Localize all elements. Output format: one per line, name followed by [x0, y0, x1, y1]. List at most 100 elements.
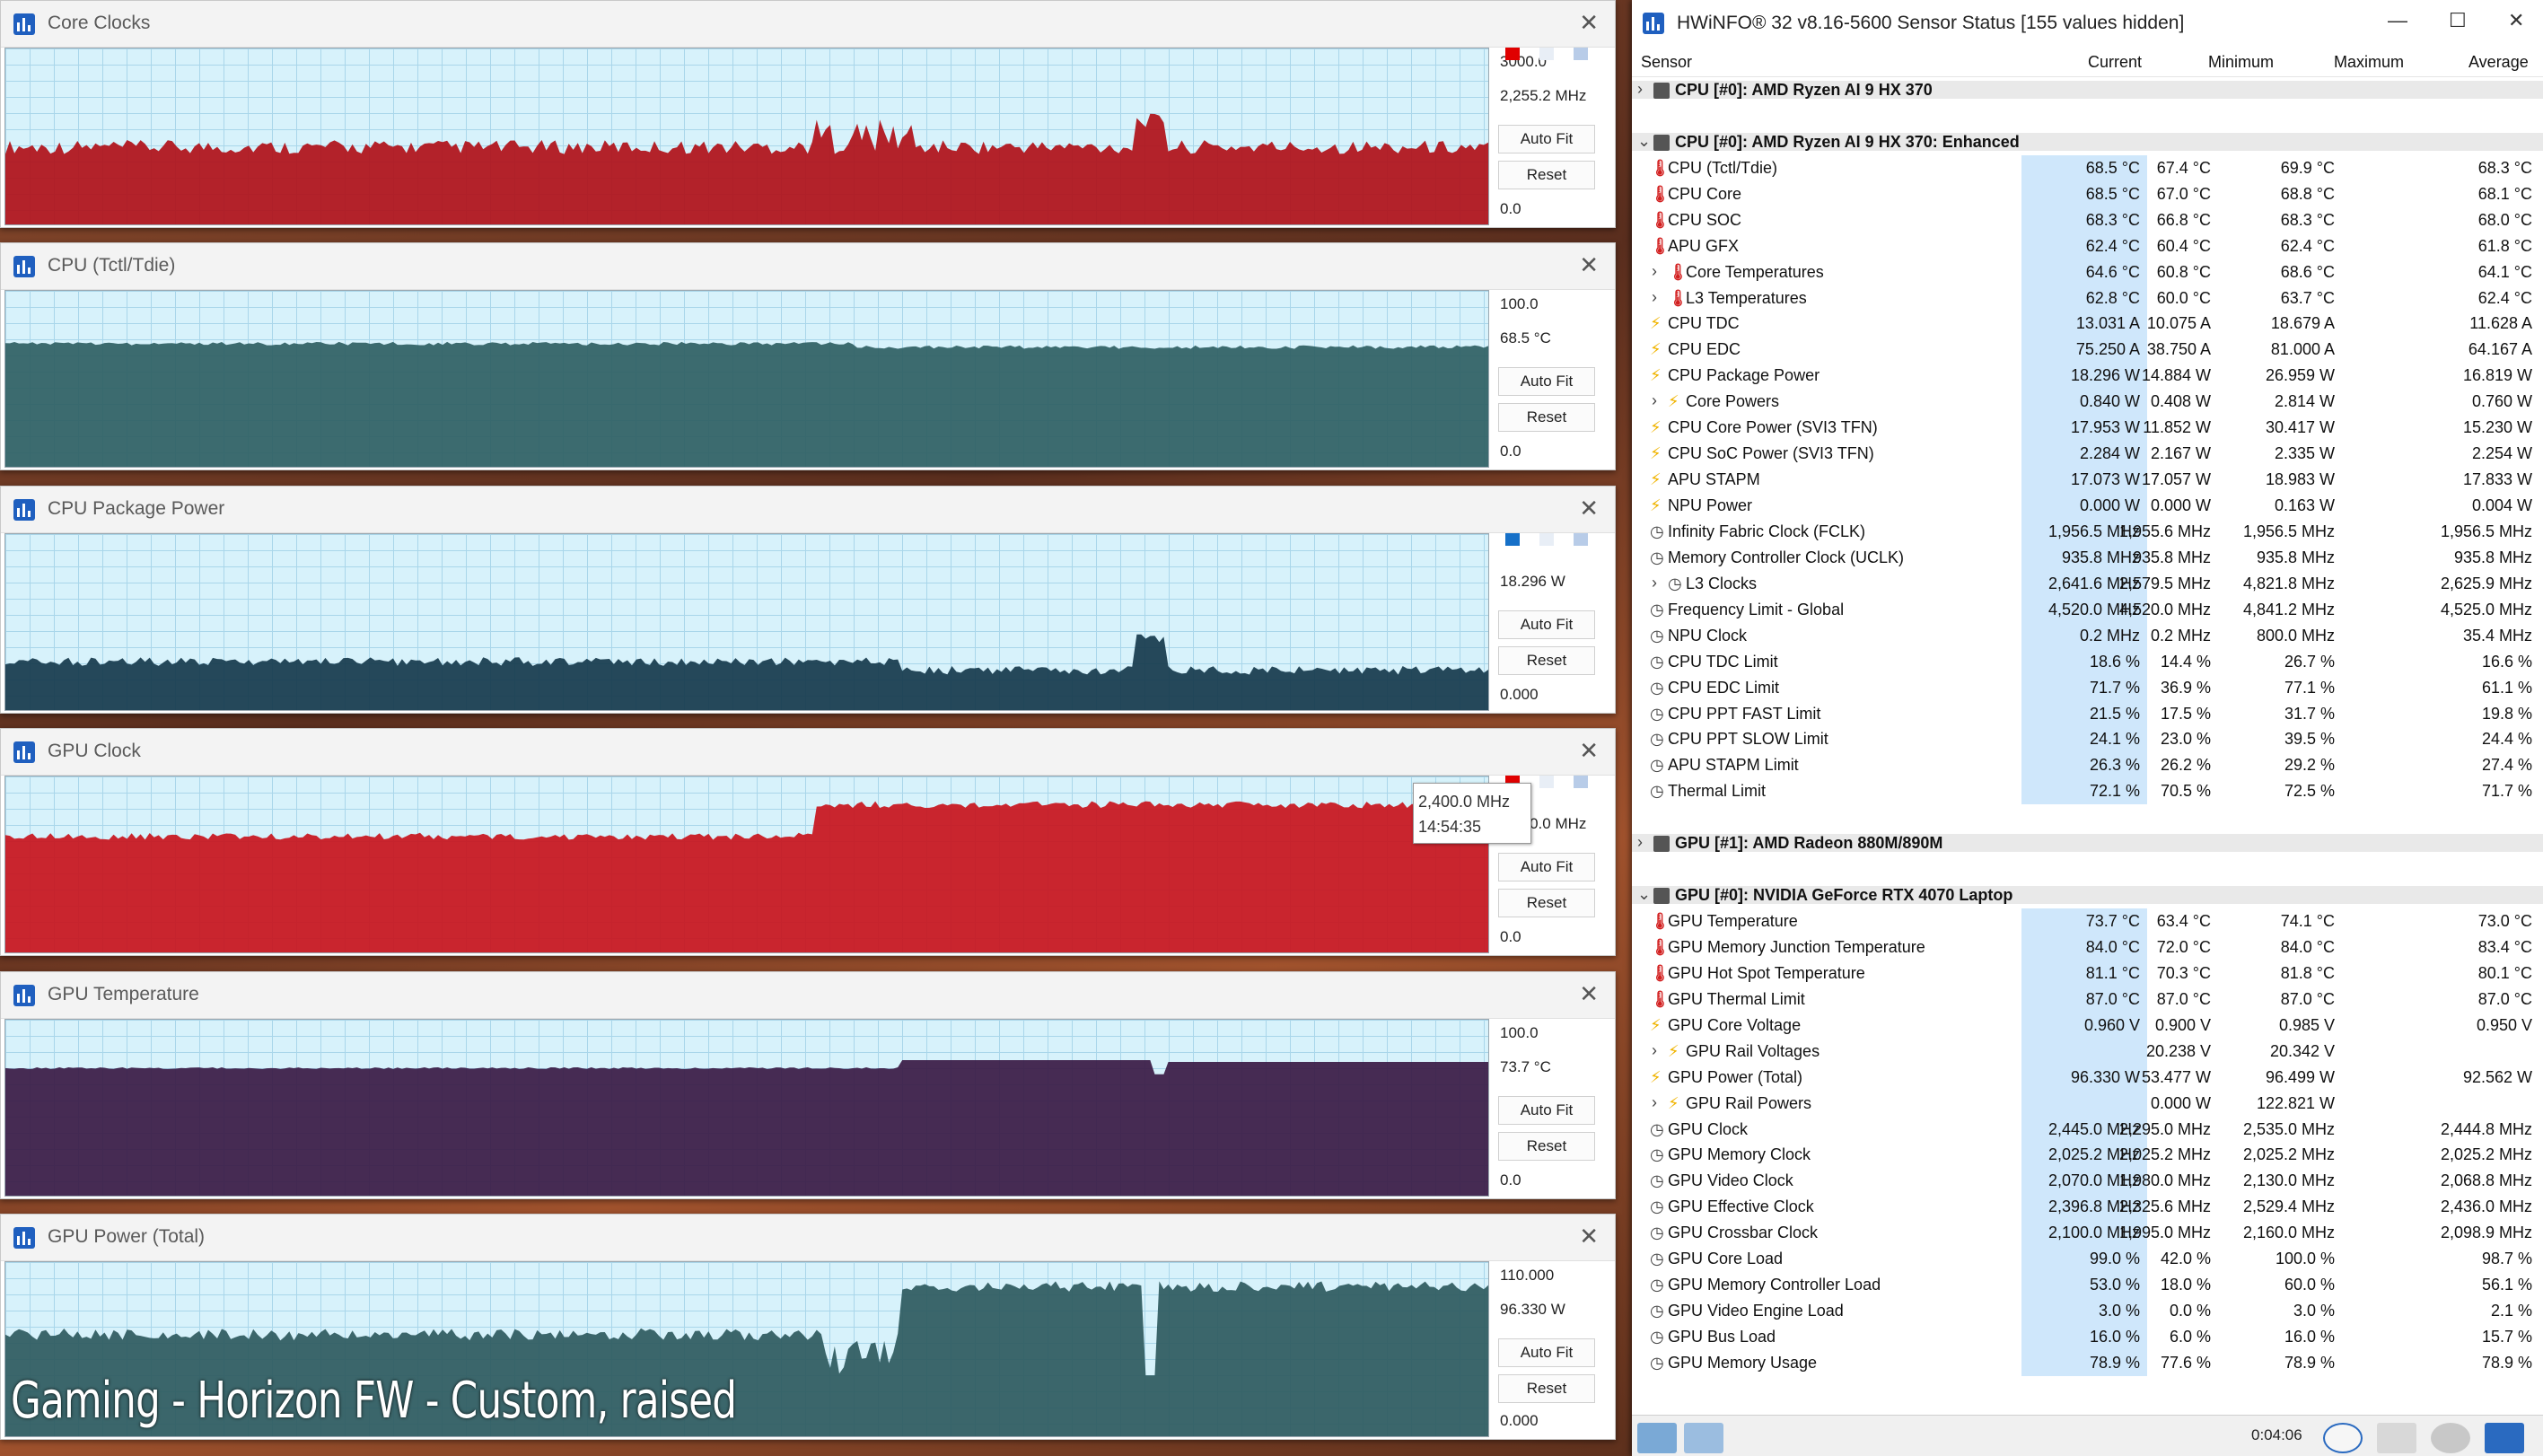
sensor-row-gpu-core-load[interactable]: ◷ GPU Core Load 99.0 % 42.0 % 100.0 % 98… — [1632, 1246, 2543, 1273]
clock-icon[interactable] — [2323, 1423, 2363, 1453]
maximize-button[interactable]: ☐ — [2449, 9, 2467, 32]
reset-button[interactable]: Reset — [1498, 1132, 1595, 1161]
nav-back-icon[interactable] — [1637, 1423, 1677, 1453]
color-chip[interactable] — [1539, 533, 1554, 546]
graph-window-core-clocks[interactable]: Core Clocks ✕ 3000.0 2,255.2 MHz Auto Fi… — [0, 0, 1616, 228]
nav-forward-icon[interactable] — [1684, 1423, 1723, 1453]
sensor-row-cpu-tctl-tdie[interactable]: 🌡 CPU (Tctl/Tdie) 68.5 °C 67.4 °C 69.9 °… — [1632, 154, 2543, 181]
sensor-row-apu-gfx[interactable]: 🌡 APU GFX 62.4 °C 60.4 °C 62.4 °C 61.8 °… — [1632, 232, 2543, 259]
sensor-row-cpu-soc[interactable]: 🌡 CPU SOC 68.3 °C 66.8 °C 68.3 °C 68.0 °… — [1632, 206, 2543, 233]
color-chip[interactable] — [1505, 533, 1520, 546]
reset-button[interactable]: Reset — [1498, 1374, 1595, 1403]
sensor-row-cpu-core-power-svi3-tfn[interactable]: ⚡ CPU Core Power (SVI3 TFN) 17.953 W 11.… — [1632, 415, 2543, 442]
close-icon[interactable]: ✕ — [1579, 496, 1599, 521]
sensor-row-gpu-clock[interactable]: ◷ GPU Clock 2,445.0 MHz 2,295.0 MHz 2,53… — [1632, 1116, 2543, 1143]
col-maximum[interactable]: Maximum — [2334, 53, 2404, 72]
auto-fit-button[interactable]: Auto Fit — [1498, 1096, 1595, 1125]
color-chip[interactable] — [1539, 776, 1554, 788]
sensor-row-core-temperatures[interactable]: › 🌡 Core Temperatures 64.6 °C 60.8 °C 68… — [1632, 259, 2543, 285]
sensor-row-cpu-ppt-fast-limit[interactable]: ◷ CPU PPT FAST Limit 21.5 % 17.5 % 31.7 … — [1632, 700, 2543, 727]
sensor-row-gpu-memory-controller-load[interactable]: ◷ GPU Memory Controller Load 53.0 % 18.0… — [1632, 1272, 2543, 1299]
settings-gear-icon[interactable] — [2431, 1423, 2470, 1453]
graph-titlebar[interactable]: GPU Power (Total) ✕ — [1, 1215, 1615, 1261]
close-icon[interactable]: ✕ — [1579, 1224, 1599, 1249]
color-chips[interactable] — [1505, 48, 1588, 62]
auto-fit-button[interactable]: Auto Fit — [1498, 853, 1595, 881]
col-current[interactable]: Current — [2088, 53, 2142, 72]
sensor-row-apu-stapm[interactable]: ⚡ APU STAPM 17.073 W 17.057 W 18.983 W 1… — [1632, 467, 2543, 493]
col-minimum[interactable]: Minimum — [2208, 53, 2274, 72]
sensor-row-cpu-edc-limit[interactable]: ◷ CPU EDC Limit 71.7 % 36.9 % 77.1 % 61.… — [1632, 674, 2543, 701]
chevron-right-icon[interactable]: › — [1652, 1041, 1657, 1060]
sensor-row-cpu-core[interactable]: 🌡 CPU Core 68.5 °C 67.0 °C 68.8 °C 68.1 … — [1632, 180, 2543, 207]
sensor-row-cpu-tdc[interactable]: ⚡ CPU TDC 13.031 A 10.075 A 18.679 A 11.… — [1632, 311, 2543, 338]
color-chips[interactable] — [1505, 533, 1588, 548]
chevron-right-icon[interactable]: › — [1652, 262, 1657, 281]
color-chip[interactable] — [1505, 48, 1520, 60]
auto-fit-button[interactable]: Auto Fit — [1498, 367, 1595, 396]
graph-titlebar[interactable]: GPU Temperature ✕ — [1, 972, 1615, 1019]
close-icon[interactable]: ✕ — [1579, 252, 1599, 277]
sensor-row-cpu-edc[interactable]: ⚡ CPU EDC 75.250 A 38.750 A 81.000 A 64.… — [1632, 337, 2543, 364]
auto-fit-button[interactable]: Auto Fit — [1498, 610, 1595, 639]
chevron-right-icon[interactable]: › — [1652, 391, 1657, 410]
sensor-row-l3-temperatures[interactable]: › 🌡 L3 Temperatures 62.8 °C 60.0 °C 63.7… — [1632, 285, 2543, 311]
color-chip[interactable] — [1574, 48, 1588, 60]
hwinfo-titlebar[interactable]: HWiNFO® 32 v8.16-5600 Sensor Status [155… — [1632, 0, 2543, 47]
chevron-right-icon[interactable]: › — [1652, 1093, 1657, 1112]
minimize-button[interactable]: — — [2388, 9, 2407, 32]
reset-button[interactable]: Reset — [1498, 889, 1595, 917]
sensor-row-apu-stapm-limit[interactable]: ◷ APU STAPM Limit 26.3 % 26.2 % 29.2 % 2… — [1632, 752, 2543, 779]
sensor-row-gpu-power-total[interactable]: ⚡ GPU Power (Total) 96.330 W 53.477 W 96… — [1632, 1064, 2543, 1091]
sensor-row-gpu-crossbar-clock[interactable]: ◷ GPU Crossbar Clock 2,100.0 MHz 1,995.0… — [1632, 1220, 2543, 1247]
report-icon[interactable] — [2377, 1423, 2416, 1453]
auto-fit-button[interactable]: Auto Fit — [1498, 125, 1595, 153]
close-sensors-icon[interactable] — [2485, 1423, 2524, 1453]
graph-titlebar[interactable]: Core Clocks ✕ — [1, 1, 1615, 48]
sensor-row-gpu-memory-clock[interactable]: ◷ GPU Memory Clock 2,025.2 MHz 2,025.2 M… — [1632, 1142, 2543, 1169]
chevron-down-icon[interactable]: ⌄ — [1637, 885, 1651, 904]
color-chip[interactable] — [1574, 533, 1588, 546]
reset-button[interactable]: Reset — [1498, 403, 1595, 432]
sensor-row-gpu-video-engine-load[interactable]: ◷ GPU Video Engine Load 3.0 % 0.0 % 3.0 … — [1632, 1298, 2543, 1324]
sensor-row-l3-clocks[interactable]: › ◷ L3 Clocks 2,641.6 MHz 2,579.5 MHz 4,… — [1632, 570, 2543, 597]
graph-window-gpu-clock[interactable]: GPU Clock ✕ 2,400.0 MHz Auto Fit Reset 0… — [0, 728, 1616, 956]
sensor-row-npu-clock[interactable]: ◷ NPU Clock 0.2 MHz 0.2 MHz 800.0 MHz 35… — [1632, 622, 2543, 649]
sensor-group-gpu-0-nvidia-geforce-rtx-4070-laptop[interactable]: ⌄ GPU [#0]: NVIDIA GeForce RTX 4070 Lapt… — [1632, 882, 2543, 908]
chevron-right-icon[interactable]: › — [1637, 80, 1643, 99]
sensor-row-gpu-bus-load[interactable]: ◷ GPU Bus Load 16.0 % 6.0 % 16.0 % 15.7 … — [1632, 1324, 2543, 1350]
sensor-row-gpu-effective-clock[interactable]: ◷ GPU Effective Clock 2,396.8 MHz 2,325.… — [1632, 1194, 2543, 1221]
graph-window-cpu-tctl-tdie[interactable]: CPU (Tctl/Tdie) ✕ 100.0 68.5 °C Auto Fit… — [0, 242, 1616, 470]
sensor-row-memory-controller-clock-uclk[interactable]: ◷ Memory Controller Clock (UCLK) 935.8 M… — [1632, 544, 2543, 571]
sensor-row-frequency-limit-global[interactable]: ◷ Frequency Limit - Global 4,520.0 MHz 4… — [1632, 596, 2543, 623]
sensor-row-cpu-package-power[interactable]: ⚡ CPU Package Power 18.296 W 14.884 W 26… — [1632, 363, 2543, 390]
sensor-row-thermal-limit[interactable]: ◷ Thermal Limit 72.1 % 70.5 % 72.5 % 71.… — [1632, 778, 2543, 805]
reset-button[interactable]: Reset — [1498, 646, 1595, 675]
col-average[interactable]: Average — [2468, 53, 2529, 72]
sensor-row-gpu-memory-junction-temperature[interactable]: 🌡 GPU Memory Junction Temperature 84.0 °… — [1632, 934, 2543, 960]
sensor-row-npu-power[interactable]: ⚡ NPU Power 0.000 W 0.000 W 0.163 W 0.00… — [1632, 493, 2543, 519]
sensor-group-cpu-0-amd-ryzen-ai-9-hx-370-enhanced[interactable]: ⌄ CPU [#0]: AMD Ryzen AI 9 HX 370: Enhan… — [1632, 128, 2543, 155]
sensor-row-gpu-core-voltage[interactable]: ⚡ GPU Core Voltage 0.960 V 0.900 V 0.985… — [1632, 1012, 2543, 1039]
chevron-down-icon[interactable]: ⌄ — [1637, 132, 1651, 151]
graph-titlebar[interactable]: CPU (Tctl/Tdie) ✕ — [1, 243, 1615, 290]
sensor-row-gpu-thermal-limit[interactable]: 🌡 GPU Thermal Limit 87.0 °C 87.0 °C 87.0… — [1632, 986, 2543, 1013]
sensor-row-cpu-soc-power-svi3-tfn[interactable]: ⚡ CPU SoC Power (SVI3 TFN) 2.284 W 2.167… — [1632, 441, 2543, 468]
sensor-group-gpu-1-amd-radeon-880m-890m[interactable]: › GPU [#1]: AMD Radeon 880M/890M — [1632, 830, 2543, 857]
color-chip[interactable] — [1539, 48, 1554, 60]
sensor-row-gpu-hot-spot-temperature[interactable]: 🌡 GPU Hot Spot Temperature 81.1 °C 70.3 … — [1632, 960, 2543, 987]
graph-titlebar[interactable]: GPU Clock ✕ — [1, 729, 1615, 776]
sensor-row-gpu-rail-voltages[interactable]: › ⚡ GPU Rail Voltages 20.238 V 20.342 V — [1632, 1038, 2543, 1065]
sensor-row-gpu-rail-powers[interactable]: › ⚡ GPU Rail Powers 0.000 W 122.821 W — [1632, 1090, 2543, 1117]
sensor-group-cpu-0-amd-ryzen-ai-9-hx-370[interactable]: › CPU [#0]: AMD Ryzen AI 9 HX 370 — [1632, 77, 2543, 103]
graph-titlebar[interactable]: CPU Package Power ✕ — [1, 487, 1615, 533]
sensor-row-cpu-tdc-limit[interactable]: ◷ CPU TDC Limit 18.6 % 14.4 % 26.7 % 16.… — [1632, 648, 2543, 675]
auto-fit-button[interactable]: Auto Fit — [1498, 1338, 1595, 1367]
graph-window-cpu-package-power[interactable]: CPU Package Power ✕ 18.296 W Auto Fit Re… — [0, 486, 1616, 714]
sensor-row-gpu-memory-usage[interactable]: ◷ GPU Memory Usage 78.9 % 77.6 % 78.9 % … — [1632, 1349, 2543, 1376]
sensor-row-gpu-video-clock[interactable]: ◷ GPU Video Clock 2,070.0 MHz 1,980.0 MH… — [1632, 1168, 2543, 1195]
close-icon[interactable]: ✕ — [1579, 10, 1599, 35]
col-sensor[interactable]: Sensor — [1641, 53, 1692, 72]
chevron-right-icon[interactable]: › — [1652, 288, 1657, 307]
sensor-row-infinity-fabric-clock-fclk[interactable]: ◷ Infinity Fabric Clock (FCLK) 1,956.5 M… — [1632, 518, 2543, 545]
